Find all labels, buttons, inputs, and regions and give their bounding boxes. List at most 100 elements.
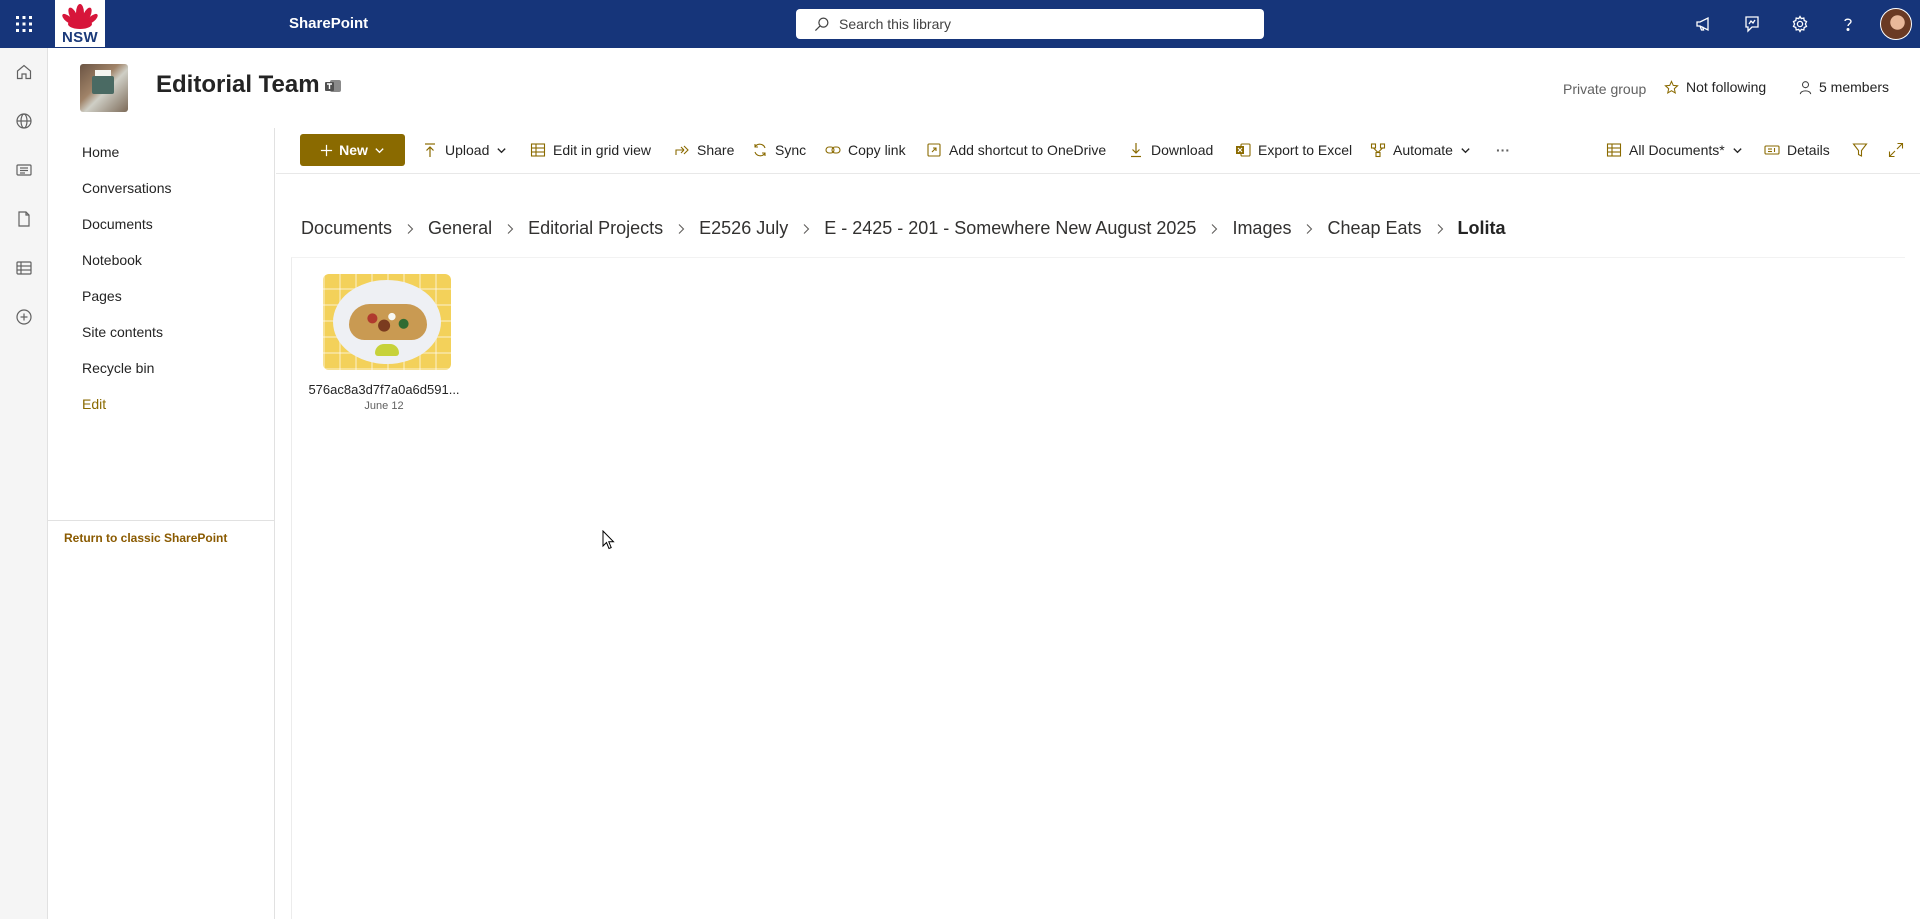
- feedback-icon[interactable]: [1728, 0, 1776, 48]
- app-name[interactable]: SharePoint: [289, 15, 368, 32]
- nav-item-conversations[interactable]: Conversations: [82, 180, 172, 196]
- app-bar: [0, 48, 48, 919]
- copy-link-label: Copy link: [848, 142, 906, 158]
- chevron-down-icon: [497, 147, 507, 153]
- nav-item-site-contents[interactable]: Site contents: [82, 324, 163, 340]
- follow-label: Not following: [1686, 79, 1767, 95]
- nav-item-notebook[interactable]: Notebook: [82, 252, 142, 268]
- add-shortcut-label: Add shortcut to OneDrive: [949, 142, 1107, 158]
- upload-button[interactable]: Upload: [422, 136, 507, 164]
- file-tiles-area: 576ac8a3d7f7a0a6d591... June 12: [291, 257, 1905, 919]
- details-label: Details: [1787, 142, 1830, 158]
- breadcrumb-documents[interactable]: Documents: [301, 218, 392, 239]
- search-box[interactable]: [796, 9, 1264, 39]
- download-button[interactable]: Download: [1128, 136, 1213, 164]
- chevron-right-icon: [801, 223, 811, 235]
- upload-label: Upload: [445, 142, 490, 158]
- share-label: Share: [697, 142, 735, 158]
- chevron-right-icon: [505, 223, 515, 235]
- search-input[interactable]: [839, 16, 1239, 32]
- breadcrumb-somewhere-new[interactable]: E - 2425 - 201 - Somewhere New August 20…: [824, 218, 1196, 239]
- chevron-right-icon: [1304, 223, 1314, 235]
- globe-icon[interactable]: [0, 97, 48, 145]
- file-icon[interactable]: [0, 195, 48, 243]
- export-excel-button[interactable]: Export to Excel: [1235, 136, 1352, 164]
- nav-item-home[interactable]: Home: [82, 144, 119, 160]
- person-icon: [1799, 80, 1812, 94]
- nav-edit-link[interactable]: Edit: [82, 396, 106, 412]
- chevron-down-icon: [1733, 147, 1742, 153]
- breadcrumb-editorial-projects[interactable]: Editorial Projects: [528, 218, 663, 239]
- sync-icon: [754, 143, 766, 157]
- add-icon[interactable]: [0, 293, 48, 341]
- waratah-icon: [62, 4, 98, 29]
- breadcrumb-e2526-july[interactable]: E2526 July: [699, 218, 788, 239]
- waffle-icon[interactable]: [0, 0, 48, 48]
- megaphone-icon[interactable]: [1680, 0, 1728, 48]
- site-header: Editorial Team Private group Not followi…: [48, 48, 1920, 128]
- upload-icon: [425, 143, 435, 157]
- file-name[interactable]: 576ac8a3d7f7a0a6d591...: [304, 382, 464, 397]
- search-icon: [814, 17, 829, 31]
- members-label: 5 members: [1819, 79, 1890, 95]
- add-shortcut-button[interactable]: Add shortcut to OneDrive: [926, 136, 1106, 164]
- file-date: June 12: [364, 400, 404, 412]
- chevron-right-icon: [676, 223, 686, 235]
- left-navigation: Home Conversations Documents Notebook Pa…: [48, 128, 275, 919]
- nav-item-pages[interactable]: Pages: [82, 288, 122, 304]
- members-button[interactable]: 5 members: [1798, 79, 1889, 95]
- automate-button[interactable]: Automate: [1370, 136, 1471, 164]
- automate-icon: [1370, 143, 1386, 158]
- site-title[interactable]: Editorial Team: [156, 71, 320, 99]
- nav-item-documents[interactable]: Documents: [82, 216, 153, 232]
- mouse-cursor-icon: [602, 529, 616, 555]
- follow-button[interactable]: Not following: [1664, 79, 1766, 95]
- copy-link-button[interactable]: Copy link: [825, 136, 906, 164]
- return-to-classic-link[interactable]: Return to classic SharePoint: [64, 531, 227, 545]
- download-label: Download: [1151, 142, 1214, 158]
- plus-icon: [321, 144, 333, 156]
- filter-icon[interactable]: [1852, 136, 1868, 164]
- grid-icon: [530, 143, 546, 157]
- file-tile[interactable]: 576ac8a3d7f7a0a6d591... June 12: [304, 274, 464, 412]
- chevron-right-icon: [1209, 223, 1219, 235]
- more-options-button[interactable]: ···: [1496, 136, 1510, 164]
- chevron-right-icon: [405, 223, 415, 235]
- view-table-icon: [1606, 143, 1622, 157]
- command-bar: New Upload Edit in grid view Share Sync …: [276, 128, 1920, 174]
- share-icon: [675, 145, 689, 155]
- star-icon: [1664, 79, 1679, 94]
- nsw-logo[interactable]: NSW: [55, 0, 105, 47]
- nav-divider: [48, 520, 275, 521]
- edit-grid-view-button[interactable]: Edit in grid view: [530, 136, 651, 164]
- breadcrumb-images[interactable]: Images: [1232, 218, 1291, 239]
- link-icon: [825, 146, 841, 154]
- details-button[interactable]: Details: [1764, 136, 1830, 164]
- share-button[interactable]: Share: [674, 136, 734, 164]
- shortcut-icon: [927, 143, 941, 157]
- chevron-right-icon: [1435, 223, 1445, 235]
- logo-text: NSW: [62, 29, 98, 46]
- view-label: All Documents*: [1629, 142, 1725, 158]
- suite-bar: NSW SharePoint: [0, 0, 1920, 48]
- teams-icon[interactable]: [324, 77, 342, 95]
- automate-label: Automate: [1393, 142, 1453, 158]
- nav-item-recycle-bin[interactable]: Recycle bin: [82, 360, 154, 376]
- list-icon[interactable]: [0, 244, 48, 292]
- home-icon[interactable]: [0, 48, 48, 96]
- news-icon[interactable]: [0, 146, 48, 194]
- expand-icon[interactable]: [1888, 136, 1904, 164]
- excel-icon: [1236, 143, 1251, 157]
- chevron-down-icon: [375, 147, 384, 153]
- gear-icon[interactable]: [1776, 0, 1824, 48]
- breadcrumb-current-folder: Lolita: [1457, 218, 1506, 238]
- breadcrumb-cheap-eats[interactable]: Cheap Eats: [1327, 218, 1421, 239]
- breadcrumb-general[interactable]: General: [428, 218, 492, 239]
- sync-button[interactable]: Sync: [752, 136, 806, 164]
- site-logo[interactable]: [80, 64, 128, 112]
- view-switcher[interactable]: All Documents*: [1606, 136, 1743, 164]
- new-button[interactable]: New: [300, 134, 405, 166]
- edit-grid-label: Edit in grid view: [553, 142, 652, 158]
- help-icon[interactable]: [1824, 0, 1872, 48]
- avatar[interactable]: [1880, 8, 1912, 40]
